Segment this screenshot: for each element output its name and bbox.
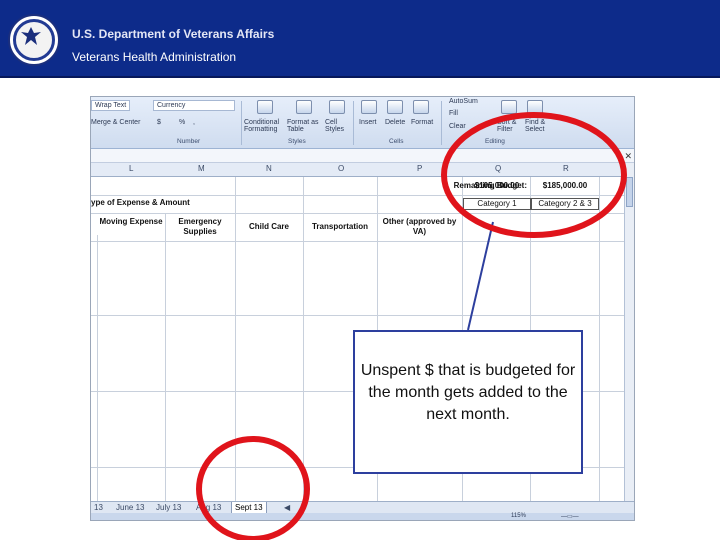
header-title: U.S. Department of Veterans Affairs: [72, 27, 275, 41]
grid-line: [91, 195, 626, 196]
scrollbar-thumb[interactable]: [626, 177, 633, 207]
group-number-label: Number: [177, 138, 201, 145]
sort-filter-button[interactable]: Sort & Filter: [497, 119, 521, 133]
format-table-icon[interactable]: [296, 100, 312, 114]
delete-cells-icon[interactable]: [387, 100, 403, 114]
wrap-text-button[interactable]: Wrap Text: [91, 100, 131, 111]
percent-button[interactable]: %: [179, 119, 185, 126]
column-header-m[interactable]: M: [198, 164, 205, 173]
ribbon-separator: [353, 101, 354, 145]
callout-text: Unspent $ that is budgeted for the month…: [360, 362, 576, 423]
category-1-cell[interactable]: Category 1: [463, 198, 531, 210]
find-select-button[interactable]: Find & Select: [525, 119, 549, 133]
comma-button[interactable]: ,: [193, 119, 195, 126]
expense-type-label: ype of Expense & Amount: [91, 198, 190, 207]
format-as-table-button[interactable]: Format as Table: [287, 119, 323, 133]
group-editing-label: Editing: [485, 138, 505, 145]
vertical-scrollbar[interactable]: [624, 163, 634, 503]
formula-strip: [91, 149, 634, 163]
insert-button[interactable]: Insert: [359, 119, 377, 126]
number-format-select[interactable]: Currency: [153, 100, 235, 111]
cell-styles-button[interactable]: Cell Styles: [325, 119, 349, 133]
ribbon-separator: [441, 101, 442, 145]
conditional-formatting-button[interactable]: Conditional Formatting: [244, 119, 284, 133]
va-seal-logo: [8, 14, 60, 66]
sheet-tabs-bar: 13 June 13 July 13 Aug 13 Sept 13 ◀: [91, 501, 634, 514]
zoom-slider-icon[interactable]: —▭—: [561, 513, 579, 520]
grid-line: [599, 177, 600, 501]
group-cells-label: Cells: [389, 138, 404, 145]
column-header-n[interactable]: N: [266, 164, 272, 173]
find-select-icon[interactable]: [527, 100, 543, 114]
column-header-row: L M N O P Q R: [91, 163, 634, 177]
grid-line: [91, 315, 626, 316]
eagle-icon: [21, 27, 41, 45]
grid-line: [91, 213, 626, 214]
header-transportation[interactable]: Transportation: [303, 222, 377, 232]
group-styles-label: Styles: [288, 138, 306, 145]
budget-q-value[interactable]: $105,000.00: [463, 181, 531, 191]
header-subtitle: Veterans Health Administration: [72, 50, 237, 64]
header-other-approved[interactable]: Other (approved by VA): [377, 217, 462, 237]
column-header-q[interactable]: Q: [495, 164, 501, 173]
grid-line: [97, 235, 98, 501]
insert-cells-icon[interactable]: [361, 100, 377, 114]
fill-button[interactable]: Fill: [449, 110, 458, 117]
grid-line: [91, 241, 626, 242]
autosum-button[interactable]: AutoSum: [449, 98, 478, 105]
ribbon-separator: [241, 101, 242, 145]
budget-r-value[interactable]: $185,000.00: [531, 181, 599, 191]
column-header-p[interactable]: P: [417, 164, 422, 173]
ribbon: Wrap Text Merge & Center Currency $ % , …: [91, 97, 634, 149]
format-cells-icon[interactable]: [413, 100, 429, 114]
header-banner: U.S. Department of Veterans Affairs Vete…: [0, 0, 720, 78]
clear-button[interactable]: Clear: [449, 123, 466, 130]
annotation-callout: Unspent $ that is budgeted for the month…: [353, 330, 583, 474]
conditional-formatting-icon[interactable]: [257, 100, 273, 114]
header-emergency-supplies[interactable]: Emergency Supplies: [165, 217, 235, 237]
close-icon[interactable]: ✕: [624, 151, 632, 162]
column-header-r[interactable]: R: [563, 164, 569, 173]
category-2-3-cell[interactable]: Category 2 & 3: [531, 198, 599, 210]
format-button[interactable]: Format: [411, 119, 433, 126]
status-bar: 115% —▭—: [91, 513, 634, 520]
header-child-care[interactable]: Child Care: [235, 222, 303, 232]
column-header-l[interactable]: L: [129, 164, 133, 173]
delete-button[interactable]: Delete: [385, 119, 405, 126]
zoom-level[interactable]: 115%: [511, 513, 526, 519]
merge-center-button[interactable]: Merge & Center: [91, 119, 140, 126]
cell-styles-icon[interactable]: [329, 100, 345, 114]
column-header-o[interactable]: O: [338, 164, 344, 173]
header-moving-expense[interactable]: Moving Expense: [97, 217, 165, 227]
currency-button[interactable]: $: [157, 119, 161, 126]
grid-line: [165, 213, 166, 501]
sort-filter-icon[interactable]: [501, 100, 517, 114]
